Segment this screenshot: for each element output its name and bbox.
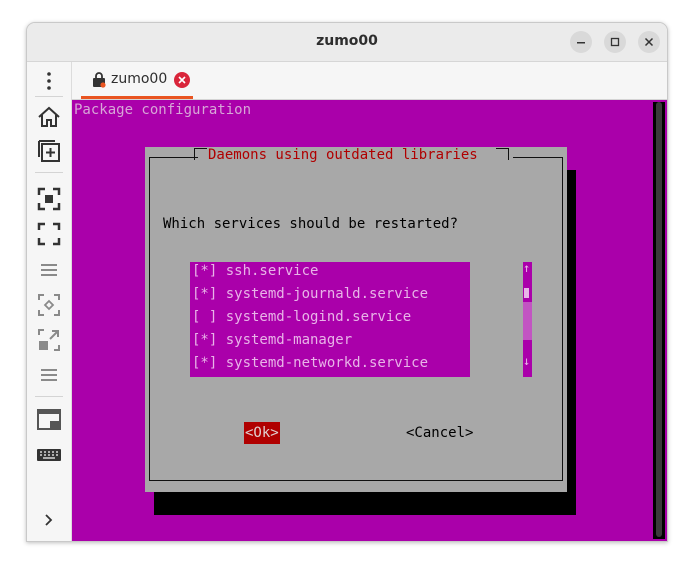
tab-bar: zumo00 <box>72 62 667 100</box>
minimize-button[interactable] <box>570 31 592 53</box>
tab-label: zumo00 <box>111 71 168 87</box>
active-tab-indicator <box>81 96 193 99</box>
terminal-area[interactable]: Package configuration Daemons using outd… <box>72 100 667 541</box>
cancel-button[interactable]: <Cancel> <box>406 422 473 444</box>
sidebar <box>27 62 72 541</box>
scroll-up-arrow-icon[interactable]: ↑ <box>523 261 530 275</box>
list-item[interactable]: [*] systemd-journald.service <box>192 286 428 302</box>
tab-close-icon[interactable] <box>174 72 190 88</box>
title-bracket-right <box>508 148 509 160</box>
maximize-button[interactable] <box>604 31 626 53</box>
sidebar-separator <box>35 96 63 97</box>
restart-services-dialog: Daemons using outdated libraries Which s… <box>145 147 567 492</box>
more-vertical-icon[interactable] <box>36 68 62 94</box>
title-bracket-right-top <box>496 148 509 149</box>
home-icon[interactable] <box>36 104 62 130</box>
services-list[interactable]: [*] ssh.service [*] systemd-journald.ser… <box>190 262 470 377</box>
terminal-scrollbar-thumb[interactable] <box>656 102 662 537</box>
dialog-title: Daemons using outdated libraries <box>208 147 478 163</box>
list-scrollbar[interactable]: ↑ ↓ <box>523 261 532 377</box>
tab-zumo00[interactable]: zumo00 <box>81 62 193 99</box>
add-box-icon[interactable] <box>36 138 62 164</box>
scroll-down-arrow-icon[interactable]: ↓ <box>523 354 530 368</box>
ok-button[interactable]: <Ok> <box>244 422 280 444</box>
close-icon <box>644 37 654 47</box>
select-area-icon[interactable] <box>36 292 62 318</box>
chevron-right-icon[interactable] <box>36 507 62 533</box>
sidebar-separator <box>35 172 63 173</box>
list-item[interactable]: [*] systemd-networkd.service <box>192 355 428 371</box>
menu-lines-icon[interactable] <box>36 362 62 388</box>
keyboard-icon[interactable] <box>36 442 62 468</box>
list-scrollbar-track <box>523 302 532 340</box>
minimize-icon <box>577 42 585 44</box>
terminal-window: zumo00 zumo00 Package configuration Daem… <box>26 22 668 542</box>
title-bracket-left-top <box>194 148 207 149</box>
fullscreen-icon[interactable] <box>36 221 62 247</box>
lock-icon <box>92 72 106 92</box>
sidebar-separator <box>35 396 63 397</box>
focus-frame-icon[interactable] <box>36 186 62 212</box>
list-item[interactable]: [ ] systemd-logind.service <box>192 309 411 325</box>
dialog-frame: Daemons using outdated libraries Which s… <box>149 147 563 481</box>
maximize-icon <box>610 37 620 47</box>
title-bar: zumo00 <box>27 23 667 62</box>
title-bracket-left <box>194 148 195 160</box>
list-item[interactable]: [*] ssh.service <box>192 263 318 279</box>
menu-lines-icon[interactable] <box>36 257 62 283</box>
package-configuration-header: Package configuration <box>74 102 252 118</box>
list-scrollbar-thumb[interactable] <box>524 288 529 298</box>
list-item[interactable]: [*] systemd-manager <box>192 332 352 348</box>
window-icon[interactable] <box>36 407 62 433</box>
dialog-question: Which services should be restarted? <box>163 216 459 232</box>
window-pip-icon[interactable] <box>36 327 62 353</box>
close-window-button[interactable] <box>638 31 660 53</box>
